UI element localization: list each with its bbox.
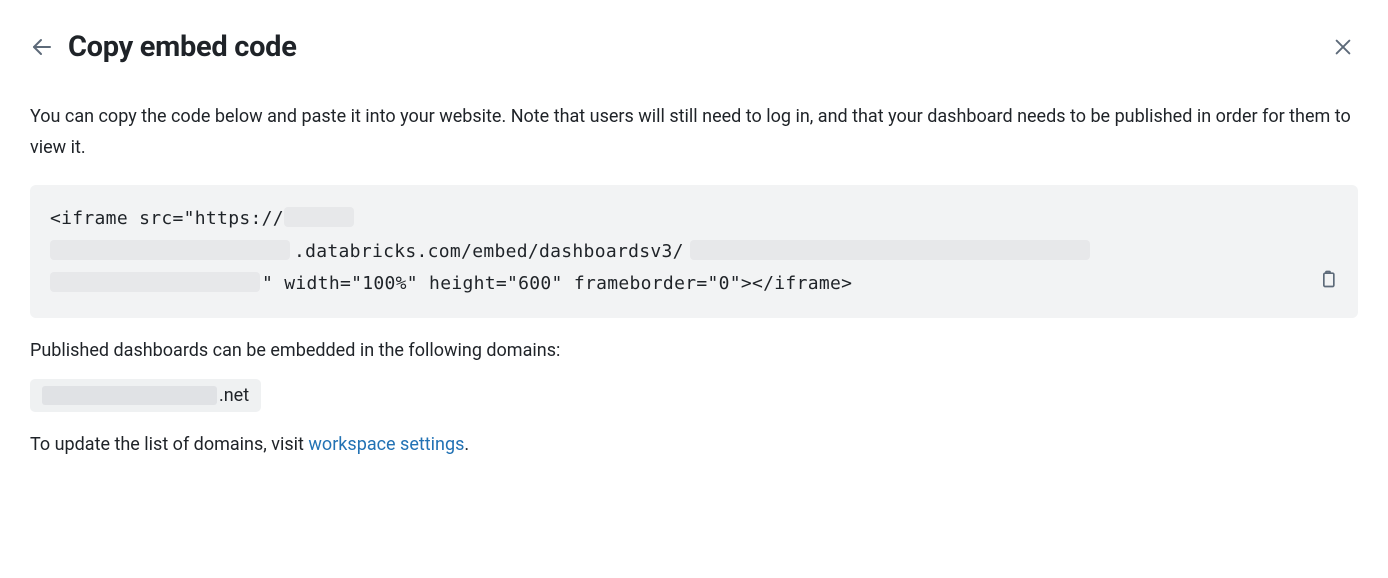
- redacted-domain-name: [42, 386, 217, 405]
- close-icon[interactable]: [1328, 32, 1358, 62]
- embed-code-block: <iframe src="https:// .databricks.com/em…: [30, 185, 1358, 318]
- domains-intro-text: Published dashboards can be embedded in …: [30, 340, 1358, 361]
- header-left: Copy embed code: [30, 30, 297, 64]
- domain-chip: .net: [30, 379, 261, 412]
- code-part1: <iframe src="https://: [50, 208, 284, 229]
- embed-code-content[interactable]: <iframe src="https:// .databricks.com/em…: [50, 203, 1338, 300]
- footer-text: To update the list of domains, visit wor…: [30, 434, 1358, 455]
- copy-icon[interactable]: [1318, 268, 1338, 300]
- code-part2: .databricks.com/embed/dashboardsv3/: [294, 241, 684, 262]
- redacted-dashboard-id: [690, 240, 1090, 260]
- description-text: You can copy the code below and paste it…: [30, 102, 1358, 163]
- redacted-host-part: [284, 207, 354, 227]
- code-part3: " width="100%" height="600" frameborder=…: [262, 273, 852, 294]
- footer-prefix: To update the list of domains, visit: [30, 434, 308, 455]
- domain-suffix: .net: [219, 385, 249, 406]
- footer-suffix: .: [464, 434, 469, 455]
- dialog-title: Copy embed code: [68, 30, 297, 64]
- back-arrow-icon[interactable]: [30, 35, 54, 59]
- workspace-settings-link[interactable]: workspace settings: [308, 434, 464, 455]
- redacted-subdomain: [50, 240, 290, 260]
- dialog-header: Copy embed code: [30, 30, 1358, 64]
- redacted-tail: [50, 272, 260, 292]
